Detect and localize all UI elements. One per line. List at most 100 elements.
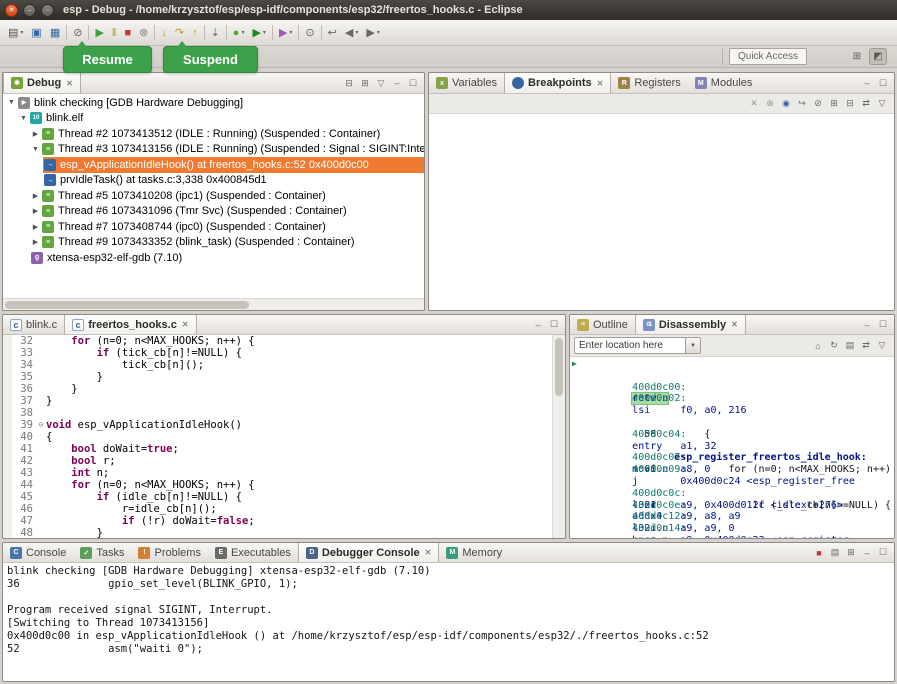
link-with-debug-view-icon[interactable]: ⇄ bbox=[858, 96, 874, 112]
disassembly-tab[interactable]: Disassembly ✕ bbox=[635, 315, 746, 334]
maximize-icon[interactable]: ☐ bbox=[546, 317, 562, 333]
variables-tab[interactable]: Variables ✕ bbox=[429, 73, 504, 93]
memory-tab[interactable]: Memory ✕ bbox=[439, 543, 509, 562]
view-menu-icon[interactable]: ▽ bbox=[874, 96, 890, 112]
debug-tree-item[interactable]: prvIdleTask() at tasks.c:3,338 0x400845d… bbox=[3, 173, 424, 189]
debug-tab[interactable]: Debug ✕ bbox=[3, 73, 81, 93]
skip-all-breakpoints-button[interactable]: ⊘ ▾ bbox=[69, 23, 86, 43]
debug-tree-item[interactable]: ▶ Thread #6 1073431096 (Tmr Svc) (Suspen… bbox=[3, 204, 424, 220]
external-tools-button[interactable]: ▶ ▾ bbox=[275, 23, 296, 43]
remove-selected-breakpoints-icon[interactable]: ✕ bbox=[746, 96, 762, 112]
close-tab-icon[interactable]: ✕ bbox=[182, 320, 189, 329]
debug-tree-item[interactable]: xtensa-esp32-elf-gdb (7.10) bbox=[3, 250, 424, 266]
minimize-icon[interactable]: – bbox=[389, 75, 405, 91]
run-button[interactable]: ▶ ▾ bbox=[248, 23, 269, 43]
terminate-button[interactable]: ■ ▾ bbox=[120, 23, 135, 43]
folding-gutter[interactable]: ⊖ bbox=[36, 347, 46, 359]
tree-expander-icon[interactable]: ▶ bbox=[30, 238, 41, 246]
folding-gutter[interactable]: ⊖ bbox=[36, 431, 46, 443]
collapse-all-icon[interactable]: ⊟ bbox=[842, 96, 858, 112]
show-breakpoints-supported-icon[interactable]: ◉ bbox=[778, 96, 794, 112]
maximize-icon[interactable]: ☐ bbox=[875, 545, 891, 561]
folding-gutter[interactable]: ⊖ bbox=[36, 395, 46, 407]
close-tab-icon[interactable]: ✕ bbox=[425, 548, 432, 557]
minimize-icon[interactable]: – bbox=[859, 75, 875, 91]
search-button[interactable]: ⊙ ▾ bbox=[301, 23, 318, 43]
outline-tab[interactable]: Outline ✕ bbox=[570, 315, 635, 334]
maximize-icon[interactable]: ☐ bbox=[875, 75, 891, 91]
console-output[interactable]: blink checking [GDB Hardware Debugging] … bbox=[3, 563, 894, 681]
step-return-button[interactable]: ↑ ▾ bbox=[188, 23, 202, 43]
problems-tab[interactable]: Problems ✕ bbox=[131, 543, 207, 562]
registers-tab[interactable]: Registers ✕ bbox=[611, 73, 687, 93]
maximize-icon[interactable]: ☐ bbox=[875, 317, 891, 333]
folding-gutter[interactable]: ⊖ bbox=[36, 371, 46, 383]
editor-vscrollbar[interactable] bbox=[552, 335, 565, 538]
skip-all-breakpoints-icon[interactable]: ⊘ bbox=[810, 96, 826, 112]
remove-all-breakpoints-icon[interactable]: ⊗ bbox=[762, 96, 778, 112]
collapse-all-icon[interactable]: ⊟ bbox=[341, 75, 357, 91]
tree-expander-icon[interactable]: ▼ bbox=[30, 146, 41, 153]
back-button[interactable]: ◀ ▾ bbox=[341, 23, 362, 43]
expand-all-icon[interactable]: ⊞ bbox=[826, 96, 842, 112]
display-selected-console-icon[interactable]: ▤ bbox=[827, 545, 843, 561]
hscrollbar-thumb[interactable] bbox=[5, 301, 249, 309]
forward-button[interactable]: ▶ ▾ bbox=[362, 23, 383, 43]
folding-gutter[interactable]: ⊖ bbox=[36, 467, 46, 479]
debug-tree-item[interactable]: ▶ Thread #9 1073433352 (blink_task) (Sus… bbox=[3, 235, 424, 251]
folding-gutter[interactable]: ⊖ bbox=[36, 455, 46, 467]
open-perspective-icon[interactable]: ⊞ bbox=[848, 48, 866, 65]
blink-c-tab[interactable]: blink.c ✕ bbox=[3, 315, 64, 334]
view-menu-icon[interactable]: ▽ bbox=[874, 338, 890, 354]
folding-gutter[interactable]: ⊖ bbox=[36, 503, 46, 515]
debug-tree-item[interactable]: ▶ Thread #5 1073410208 (ipc1) (Suspended… bbox=[3, 188, 424, 204]
location-dropdown-icon[interactable]: ▼ bbox=[686, 337, 701, 354]
tree-expander-icon[interactable]: ▼ bbox=[6, 99, 17, 106]
debug-tree-item[interactable]: ▶ Thread #7 1073408744 (ipc0) (Suspended… bbox=[3, 219, 424, 235]
folding-gutter[interactable]: ⊖ bbox=[36, 407, 46, 419]
close-tab-icon[interactable]: ✕ bbox=[66, 79, 73, 88]
folding-gutter[interactable]: ⊖ bbox=[36, 491, 46, 503]
tree-expander-icon[interactable]: ▶ bbox=[30, 207, 41, 215]
view-menu-icon[interactable]: ▽ bbox=[373, 75, 389, 91]
debugger-console-tab[interactable]: Debugger Console ✕ bbox=[298, 543, 440, 562]
vscrollbar-thumb[interactable] bbox=[555, 338, 563, 396]
window-close-button[interactable] bbox=[5, 4, 18, 17]
folding-gutter[interactable]: ⊖ bbox=[36, 383, 46, 395]
folding-gutter[interactable]: ⊖ bbox=[36, 527, 46, 538]
step-over-button[interactable]: ↷ ▾ bbox=[171, 23, 188, 43]
window-maximize-button[interactable] bbox=[41, 4, 54, 17]
tasks-tab[interactable]: Tasks ✕ bbox=[73, 543, 131, 562]
freertos-hooks-c-tab[interactable]: freertos_hooks.c ✕ bbox=[64, 315, 196, 334]
save-button[interactable]: ▣ ▾ bbox=[27, 23, 45, 43]
debug-tree-hscrollbar[interactable] bbox=[3, 298, 424, 310]
folding-gutter[interactable]: ⊖ bbox=[36, 419, 46, 431]
save-all-button[interactable]: ▦ ▾ bbox=[46, 23, 64, 43]
debug-tree-item[interactable]: esp_vApplicationIdleHook() at freertos_h… bbox=[3, 157, 424, 173]
go-to-file-for-breakpoint-icon[interactable]: ↪ bbox=[794, 96, 810, 112]
open-console-icon[interactable]: ⊞ bbox=[843, 545, 859, 561]
minimize-icon[interactable]: – bbox=[530, 317, 546, 333]
modules-tab[interactable]: Modules ✕ bbox=[688, 73, 760, 93]
debug-tree-item[interactable]: ▼ Thread #3 1073413156 (IDLE : Running) … bbox=[3, 142, 424, 158]
maximize-icon[interactable]: ☐ bbox=[405, 75, 421, 91]
folding-gutter[interactable]: ⊖ bbox=[36, 515, 46, 527]
resume-button[interactable]: ▶ ▾ bbox=[91, 23, 107, 43]
quick-access-button[interactable]: Quick Access bbox=[729, 48, 807, 65]
tree-expander-icon[interactable]: ▼ bbox=[18, 115, 29, 122]
breakpoints-content[interactable] bbox=[429, 114, 894, 310]
refresh-icon[interactable]: ↻ bbox=[826, 338, 842, 354]
location-input[interactable]: Enter location here bbox=[574, 337, 686, 354]
debug-tree-item[interactable]: ▼ blink.elf bbox=[3, 111, 424, 127]
view-management-icon[interactable]: ⊞ bbox=[357, 75, 373, 91]
suspend-button[interactable]: ‖ ▾ bbox=[108, 23, 121, 43]
home-icon[interactable]: ⌂ bbox=[810, 338, 826, 354]
close-tab-icon[interactable]: ✕ bbox=[731, 320, 738, 329]
tree-expander-icon[interactable]: ▶ bbox=[30, 130, 41, 138]
fold-collapse-icon[interactable]: ⊖ bbox=[39, 420, 44, 429]
folding-gutter[interactable]: ⊖ bbox=[36, 443, 46, 455]
folding-gutter[interactable]: ⊖ bbox=[36, 359, 46, 371]
new-button[interactable]: ▤ ▾ bbox=[4, 23, 27, 43]
disassembly-listing[interactable]: ▶ 400d0c00: retw.n ▶ 400d0c02: lsi f0, a… bbox=[570, 357, 894, 538]
step-into-button[interactable]: ↓ ▾ bbox=[157, 23, 171, 43]
